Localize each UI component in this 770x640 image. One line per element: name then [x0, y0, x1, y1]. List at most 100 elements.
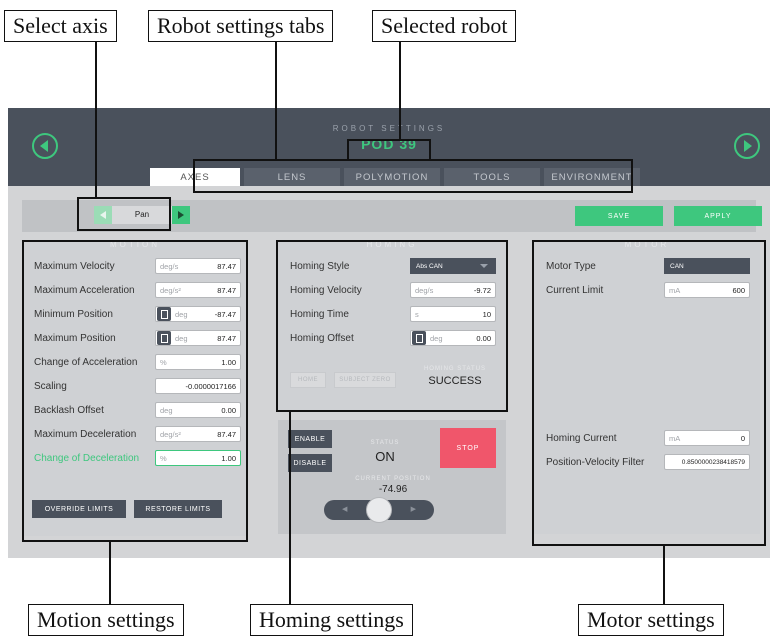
- current-limit-field[interactable]: mA 600: [664, 282, 750, 298]
- motion-label: Change of Acceleration: [34, 357, 138, 368]
- header-bar: ROBOT SETTINGS POD 39 AXES LENS POLYMOTI…: [8, 108, 770, 186]
- override-limits-button[interactable]: OVERRIDE LIMITS: [32, 500, 126, 518]
- field-value: -0.0000017166: [185, 381, 236, 391]
- motion-label: Change of Deceleration: [34, 453, 140, 464]
- change-of-deceleration-field[interactable]: % 1.00: [155, 450, 241, 466]
- homing-panel-title: HOMING: [366, 240, 418, 249]
- homing-current-label: Homing Current: [546, 433, 617, 444]
- unit-label: deg: [175, 333, 188, 343]
- position-jog-slider[interactable]: ◀ ▶: [324, 497, 434, 523]
- tab-polymotion[interactable]: POLYMOTION: [344, 168, 440, 186]
- unit-label: deg: [160, 405, 173, 415]
- disable-button[interactable]: DISABLE: [288, 454, 332, 472]
- backlash-offset-field[interactable]: deg 0.00: [155, 402, 241, 418]
- field-value: 10: [482, 309, 491, 319]
- motion-label: Maximum Deceleration: [34, 429, 137, 440]
- motor-row: Position-Velocity Filter 0.8500000238418…: [534, 454, 760, 474]
- motion-row: Backlash Offset deg 0.00: [22, 402, 248, 422]
- field-value: 1.00: [221, 453, 236, 463]
- unit-label: deg/s: [415, 285, 434, 295]
- jog-right-icon: ▶: [410, 506, 416, 513]
- unit-label: mA: [669, 285, 681, 295]
- homing-time-field[interactable]: s 10: [410, 306, 496, 322]
- min-position-field[interactable]: deg -87.47: [155, 306, 241, 322]
- change-of-acceleration-field[interactable]: % 1.00: [155, 354, 241, 370]
- field-value: 87.47: [217, 261, 236, 271]
- motion-panel: MOTION Maximum Velocity deg/s 87.47 Maxi…: [22, 240, 248, 536]
- homing-velocity-field[interactable]: deg/s -9.72: [410, 282, 496, 298]
- axis-toolbar: Pan SAVE APPLY: [22, 200, 762, 232]
- homing-style-select[interactable]: Abs CAN: [410, 258, 496, 274]
- scaling-field[interactable]: -0.0000017166: [155, 378, 241, 394]
- max-acceleration-field[interactable]: deg/s² 87.47: [155, 282, 241, 298]
- motor-row: Homing Current mA 0: [534, 430, 760, 450]
- position-velocity-filter-field[interactable]: 0.8500000238418579: [664, 454, 750, 470]
- homing-style-label: Homing Style: [290, 261, 350, 272]
- status-value: ON: [375, 449, 395, 464]
- tabs-connector: [275, 41, 277, 159]
- select-value: CAN: [670, 262, 684, 270]
- page-title: ROBOT SETTINGS: [332, 124, 446, 133]
- tab-lens[interactable]: LENS: [244, 168, 340, 186]
- motion-label: Maximum Velocity: [34, 261, 115, 272]
- robot-settings-tabs-callout: Robot settings tabs: [148, 10, 334, 42]
- stop-button[interactable]: STOP: [440, 428, 496, 468]
- motor-type-select[interactable]: CAN: [664, 258, 750, 274]
- max-velocity-field[interactable]: deg/s 87.47: [155, 258, 241, 274]
- motion-label: Maximum Position: [34, 333, 116, 344]
- homing-row: Homing Style Abs CAN: [278, 258, 506, 278]
- next-robot-button[interactable]: [734, 133, 760, 159]
- tab-tools[interactable]: TOOLS: [444, 168, 540, 186]
- save-button[interactable]: SAVE: [575, 206, 663, 226]
- lock-icon[interactable]: [157, 331, 171, 345]
- motion-row: Maximum Position deg 87.47: [22, 330, 248, 350]
- unit-label: %: [160, 357, 167, 367]
- motion-label: Maximum Acceleration: [34, 285, 135, 296]
- enable-button[interactable]: ENABLE: [288, 430, 332, 448]
- homing-row: Homing Velocity deg/s -9.72: [278, 282, 506, 302]
- homing-offset-field[interactable]: deg 0.00: [410, 330, 496, 346]
- unit-label: deg: [430, 333, 443, 343]
- slider-handle[interactable]: [366, 497, 392, 523]
- unit-label: s: [415, 309, 419, 319]
- control-panel: ENABLE DISABLE STATUS ON STOP CURRENT PO…: [278, 420, 506, 534]
- current-position-value: -74.96: [378, 484, 408, 495]
- subject-zero-button[interactable]: SUBJECT ZERO: [334, 372, 396, 388]
- field-value: 0.00: [221, 405, 236, 415]
- lock-icon[interactable]: [157, 307, 171, 321]
- homing-current-field[interactable]: mA 0: [664, 430, 750, 446]
- home-button[interactable]: HOME: [290, 372, 326, 388]
- tab-environment[interactable]: ENVIRONMENT: [544, 168, 640, 186]
- motor-connector: [663, 546, 665, 604]
- unit-label: deg/s²: [160, 429, 181, 439]
- chevron-right-icon: [178, 211, 184, 219]
- current-position-label: CURRENT POSITION: [355, 476, 431, 482]
- motion-connector: [109, 542, 111, 604]
- field-value: 0: [740, 433, 745, 443]
- motion-label: Backlash Offset: [34, 405, 104, 416]
- selected-robot-name: POD 39: [361, 136, 417, 152]
- selected-robot-callout: Selected robot: [372, 10, 517, 42]
- max-position-field[interactable]: deg 87.47: [155, 330, 241, 346]
- field-value: 0.8500000238418579: [681, 458, 745, 466]
- lock-icon[interactable]: [412, 331, 426, 345]
- motor-row: Motor Type CAN: [534, 258, 760, 278]
- tab-axes[interactable]: AXES: [150, 168, 240, 186]
- motion-label: Scaling: [34, 381, 67, 392]
- restore-limits-button[interactable]: RESTORE LIMITS: [134, 500, 222, 518]
- homing-offset-label: Homing Offset: [290, 333, 354, 344]
- next-axis-button[interactable]: [172, 206, 190, 224]
- homing-row: Homing Time s 10: [278, 306, 506, 326]
- motor-settings-callout: Motor settings: [578, 604, 724, 636]
- current-limit-label: Current Limit: [546, 285, 604, 296]
- previous-axis-button[interactable]: [94, 206, 112, 224]
- field-value: 600: [732, 285, 745, 295]
- motion-row: Minimum Position deg -87.47: [22, 306, 248, 326]
- max-deceleration-field[interactable]: deg/s² 87.47: [155, 426, 241, 442]
- motion-panel-title: MOTION: [110, 240, 160, 249]
- position-velocity-filter-label: Position-Velocity Filter: [546, 457, 645, 468]
- status-label: STATUS: [370, 440, 400, 446]
- unit-label: deg/s²: [160, 285, 181, 295]
- unit-label: mA: [669, 433, 681, 443]
- apply-button[interactable]: APPLY: [674, 206, 762, 226]
